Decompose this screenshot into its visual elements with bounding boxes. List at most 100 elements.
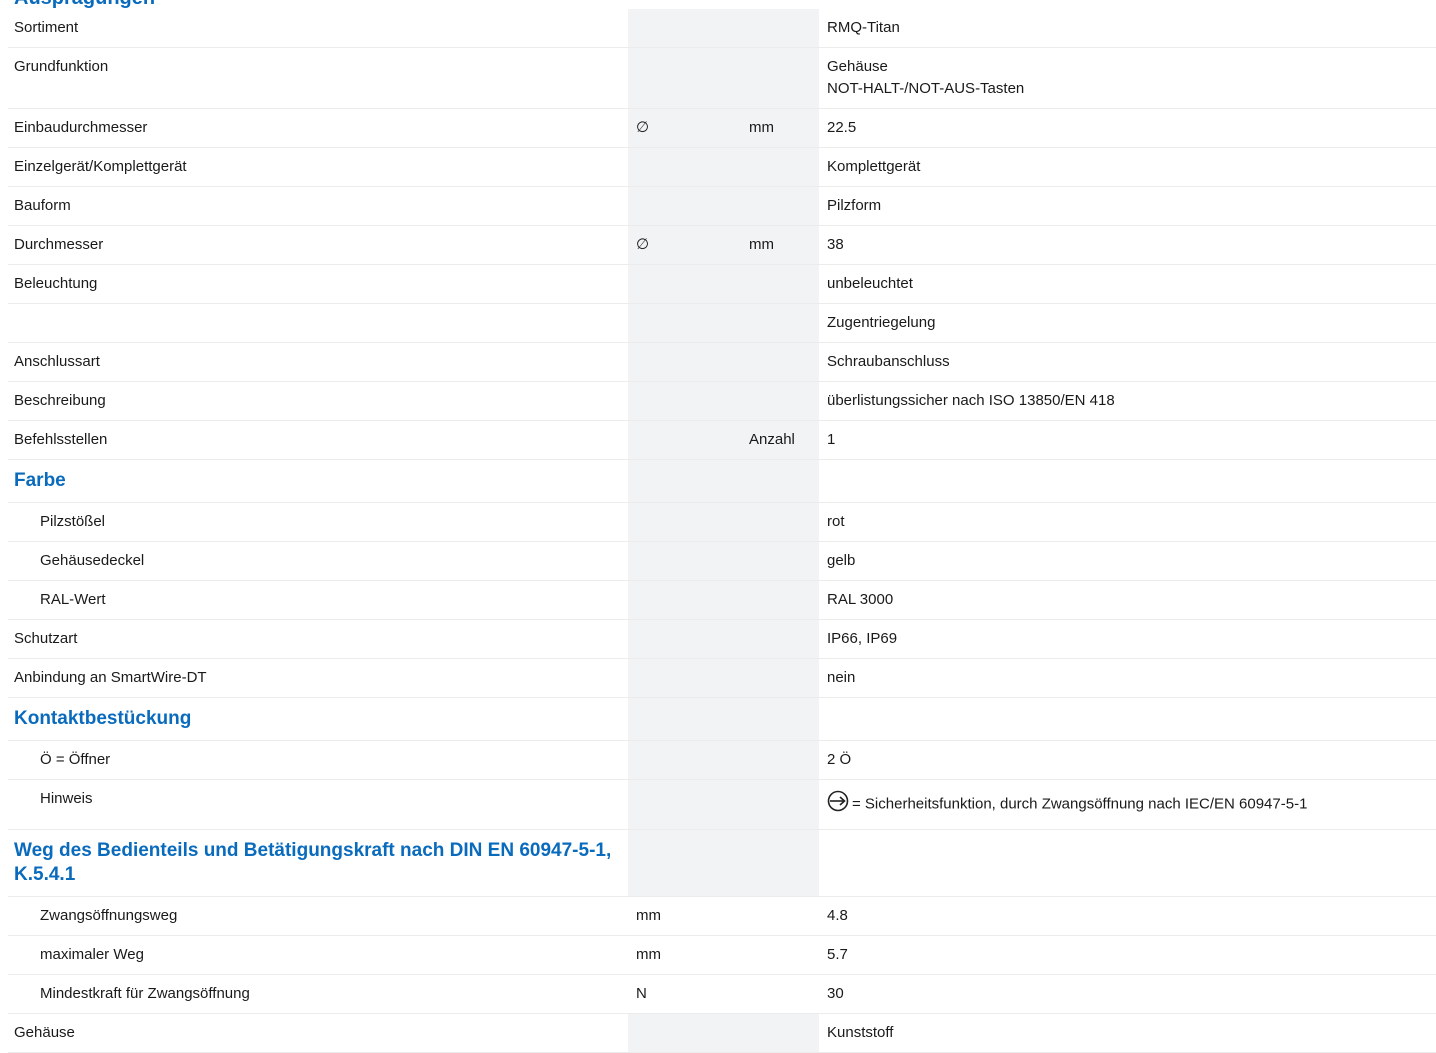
row-label: Anschlussart (8, 342, 628, 382)
row-value: Pilzform (819, 186, 1436, 226)
row-value: unbeleuchtet (819, 264, 1436, 304)
row-value: Gehäuse NOT-HALT-/NOT-AUS-Tasten (819, 47, 1436, 109)
row-unit (743, 264, 819, 304)
table-row: Mindestkraft für Zwangsöffnung N 30 (8, 974, 1436, 1014)
row-symbol (628, 740, 743, 780)
row-unit (743, 740, 819, 780)
section-heading-weg: Weg des Bedienteils und Betätigungskraft… (8, 829, 628, 897)
row-symbol (628, 502, 743, 542)
row-label: Einbaudurchmesser (8, 108, 628, 148)
row-label: maximaler Weg (8, 935, 628, 975)
diameter-symbol: ∅ (628, 108, 743, 148)
row-symbol (628, 658, 743, 698)
row-value: Komplettgerät (819, 147, 1436, 187)
row-unit (743, 303, 819, 343)
row-symbol (628, 303, 743, 343)
row-label: Beleuchtung (8, 264, 628, 304)
row-value-line: Gehäuse (827, 58, 888, 75)
row-value: überlistungssicher nach ISO 13850/EN 418 (819, 381, 1436, 421)
table-row: Bauform Pilzform (8, 186, 1436, 226)
row-label: Grundfunktion (8, 47, 628, 109)
table-row: Schutzart IP66, IP69 (8, 619, 1436, 659)
row-symbol (628, 186, 743, 226)
row-label: Bauform (8, 186, 628, 226)
row-unit (743, 580, 819, 620)
row-unit (743, 829, 819, 897)
row-value: Zugentriegelung (819, 303, 1436, 343)
row-value: IP66, IP69 (819, 619, 1436, 659)
row-label: Gehäusedeckel (8, 541, 628, 581)
section-heading-row: Kontaktbestückung (8, 697, 1436, 741)
row-symbol (628, 147, 743, 187)
row-symbol (628, 9, 743, 48)
row-label (8, 303, 628, 343)
table-row: Einzelgerät/Komplettgerät Komplettgerät (8, 147, 1436, 187)
table-row: Gehäuse Kunststoff (8, 1013, 1436, 1053)
row-value: Schraubanschluss (819, 342, 1436, 382)
table-row: Gehäusedeckel gelb (8, 541, 1436, 581)
row-value: 4.8 (819, 896, 1436, 936)
row-unit (743, 459, 819, 503)
row-label: Mindestkraft für Zwangsöffnung (8, 974, 628, 1014)
row-symbol (628, 779, 743, 830)
table-row: Ö = Öffner 2 Ö (8, 740, 1436, 780)
row-label: Schutzart (8, 619, 628, 659)
row-value: rot (819, 502, 1436, 542)
row-unit: Anzahl (743, 420, 819, 460)
table-row: Anbindung an SmartWire-DT nein (8, 658, 1436, 698)
row-unit (743, 47, 819, 109)
row-value (819, 697, 1436, 741)
row-label: Anbindung an SmartWire-DT (8, 658, 628, 698)
row-unit: mm (743, 225, 819, 265)
row-symbol (628, 420, 743, 460)
row-unit (743, 697, 819, 741)
row-symbol (628, 829, 743, 897)
row-symbol (628, 47, 743, 109)
row-symbol (628, 342, 743, 382)
row-symbol (628, 381, 743, 421)
row-unit (743, 342, 819, 382)
row-label: Hinweis (8, 779, 628, 830)
row-unit (743, 619, 819, 659)
row-unit: mm (628, 935, 819, 975)
row-unit: mm (743, 108, 819, 148)
row-value: 5.7 (819, 935, 1436, 975)
table-row: Sortiment RMQ-Titan (8, 9, 1436, 48)
row-symbol (628, 264, 743, 304)
row-symbol (628, 459, 743, 503)
row-value: nein (819, 658, 1436, 698)
row-symbol (628, 697, 743, 741)
row-label: RAL-Wert (8, 580, 628, 620)
table-row: Pilzstößel rot (8, 502, 1436, 542)
row-label: Zwangsöffnungsweg (8, 896, 628, 936)
table-row: Befehlsstellen Anzahl 1 (8, 420, 1436, 460)
row-unit: N (628, 974, 819, 1014)
row-label: Durchmesser (8, 225, 628, 265)
diameter-symbol: ∅ (628, 225, 743, 265)
row-value: 22.5 (819, 108, 1436, 148)
table-row: Grundfunktion Gehäuse NOT-HALT-/NOT-AUS-… (8, 47, 1436, 109)
row-unit (743, 381, 819, 421)
section-heading-farbe: Farbe (8, 459, 628, 503)
section-heading-row: Farbe (8, 459, 1436, 503)
row-value-line: NOT-HALT-/NOT-AUS-Tasten (827, 80, 1025, 97)
table-row: Einbaudurchmesser ∅ mm 22.5 (8, 108, 1436, 148)
row-unit (743, 658, 819, 698)
row-unit: mm (628, 896, 819, 936)
row-unit (743, 541, 819, 581)
table-row: Anschlussart Schraubanschluss (8, 342, 1436, 382)
row-value: Kunststoff (819, 1013, 1436, 1053)
row-value: RAL 3000 (819, 580, 1436, 620)
row-label: Gehäuse (8, 1013, 628, 1053)
row-unit (743, 147, 819, 187)
spec-table: Sortiment RMQ-Titan Grundfunktion Gehäus… (8, 9, 1436, 1053)
row-value (819, 459, 1436, 503)
table-row: Hinweis = Sicherheitsfunktion, durch Zwa… (8, 779, 1436, 830)
row-value: = Sicherheitsfunktion, durch Zwangsöffnu… (819, 779, 1436, 830)
row-value: 1 (819, 420, 1436, 460)
row-value: gelb (819, 541, 1436, 581)
row-label: Sortiment (8, 9, 628, 48)
hinweis-text: = Sicherheitsfunktion, durch Zwangsöffnu… (852, 795, 1308, 813)
row-symbol (628, 580, 743, 620)
row-unit (743, 779, 819, 830)
